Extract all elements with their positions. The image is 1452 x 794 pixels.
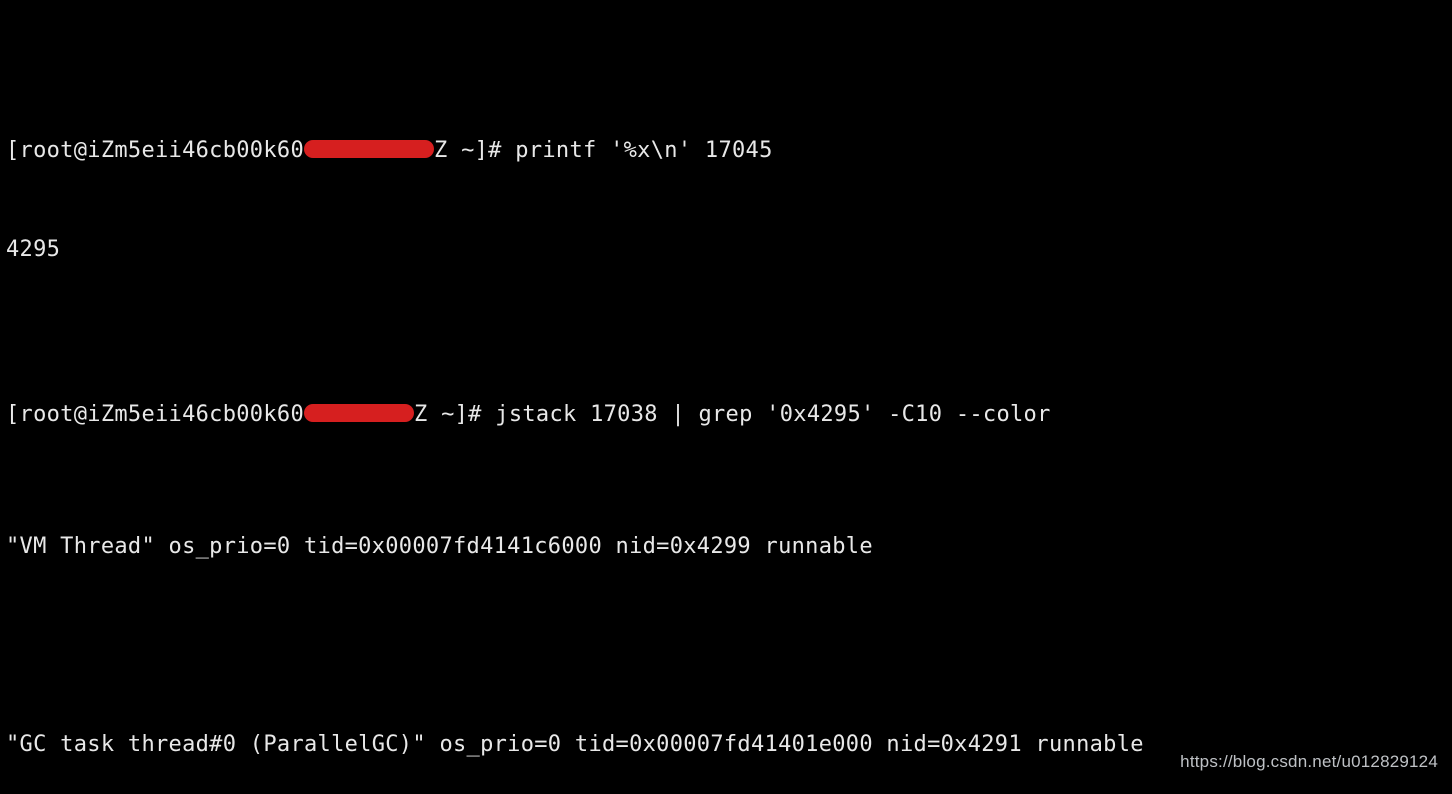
command-jstack: jstack 17038 | grep '0x4295' -C10 --colo… xyxy=(495,402,1050,427)
terminal-output[interactable]: [root@iZm5eii46cb00k60 Z ~]# printf '%x\n… xyxy=(0,0,1452,794)
prompt-prefix: [root@iZm5eii46cb00k60 xyxy=(6,138,304,163)
redacted-hostname-1 xyxy=(304,140,434,158)
thread-vm: "VM Thread" os_prio=0 tid=0x00007fd4141c… xyxy=(6,530,1446,563)
redacted-hostname-2 xyxy=(304,404,414,422)
watermark-text: https://blog.csdn.net/u012829124 xyxy=(1180,745,1438,778)
prompt-suffix: Z ~]# xyxy=(434,138,515,163)
prompt-line-1: [root@iZm5eii46cb00k60 Z ~]# printf '%x\n… xyxy=(6,134,1446,167)
printf-output: 4295 xyxy=(6,233,1446,266)
prompt-prefix: [root@iZm5eii46cb00k60 xyxy=(6,402,304,427)
prompt-line-2: [root@iZm5eii46cb00k60 Z ~]# jstack 17038… xyxy=(6,398,1446,431)
prompt-suffix: Z ~]# xyxy=(414,402,495,427)
command-printf: printf '%x\n' 17045 xyxy=(515,138,772,163)
blank-line xyxy=(6,629,1446,662)
